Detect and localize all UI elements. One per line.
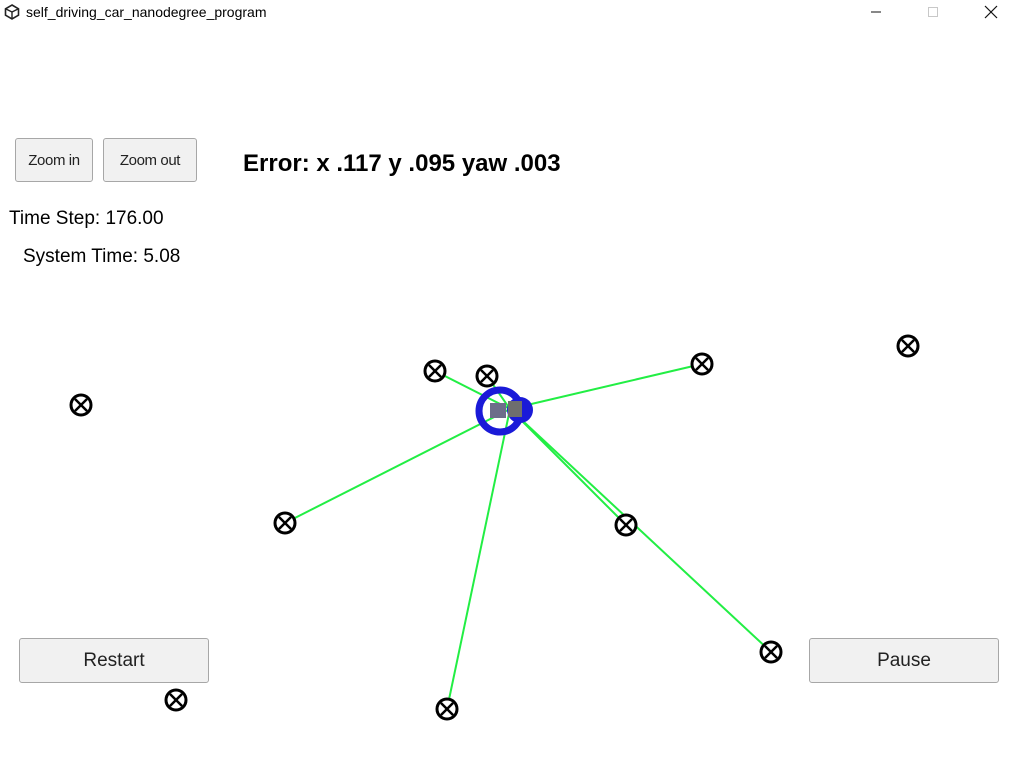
landmark-icon <box>690 352 714 376</box>
observation-line <box>509 408 772 653</box>
landmark-icon <box>759 640 783 664</box>
landmark-icon <box>164 688 188 712</box>
zoom-out-button[interactable]: Zoom out <box>103 138 197 182</box>
time-step-readout: Time Step: 176.00 <box>9 208 164 229</box>
simulator-window: self_driving_car_nanodegree_program Zoom… <box>0 0 1019 784</box>
landmark-icon <box>435 697 459 721</box>
landmark-icon <box>475 364 499 388</box>
system-time-readout: System Time: 5.08 <box>23 246 181 267</box>
observation-line <box>509 363 703 410</box>
landmark-icon <box>896 334 920 358</box>
landmark-icon <box>273 511 297 535</box>
landmark-icon <box>69 393 93 417</box>
observation-line <box>446 408 511 710</box>
landmark-icon <box>614 513 638 537</box>
error-readout: Error: x .117 y .095 yaw .003 <box>243 150 561 177</box>
landmark-icon <box>423 359 447 383</box>
pause-button[interactable]: Pause <box>809 638 999 683</box>
observation-line <box>284 408 511 524</box>
restart-button[interactable]: Restart <box>19 638 209 683</box>
zoom-in-button[interactable]: Zoom in <box>15 138 93 182</box>
